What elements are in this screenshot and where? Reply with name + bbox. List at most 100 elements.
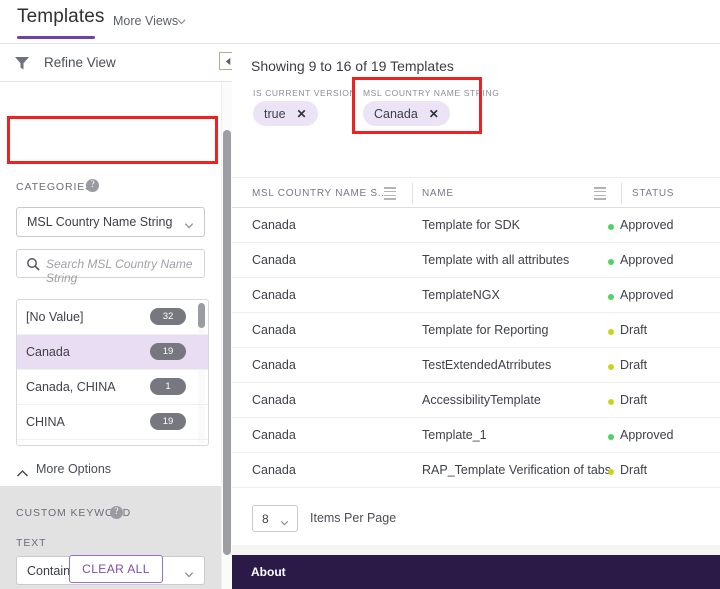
status-dot-icon <box>608 329 614 335</box>
chevron-up-icon <box>16 465 29 474</box>
text-label: TEXT <box>16 537 46 549</box>
column-menu-icon-name[interactable] <box>594 187 606 199</box>
cell-country: Canada <box>252 463 296 477</box>
facet-item-no-value[interactable]: [No Value] 32 <box>17 300 208 335</box>
facet-item-canada-china[interactable]: Canada, CHINA 1 <box>17 370 208 405</box>
top-bar: Templates More Views <box>0 0 720 44</box>
status-dot-icon <box>608 364 614 370</box>
table-row[interactable]: Canada Template for SDK Approved <box>232 208 720 243</box>
chip-value: Canada <box>374 107 418 121</box>
cell-name: Template_1 <box>422 428 487 442</box>
refine-view-label: Refine View <box>44 55 116 70</box>
category-select[interactable]: MSL Country Name String <box>16 207 205 237</box>
cell-status: Approved <box>620 428 674 442</box>
more-options-label: More Options <box>36 462 111 476</box>
close-icon[interactable]: ✕ <box>429 108 439 120</box>
table-row[interactable]: Canada AccessibilityTemplate Draft <box>232 383 720 418</box>
chip-value: true <box>264 107 286 121</box>
facet-label: Canada, CHINA <box>26 380 116 394</box>
table-body: Canada Template for SDK Approved Canada Temp… <box>232 208 720 488</box>
about-link[interactable]: About <box>251 565 286 579</box>
main-content: Showing 9 to 16 of 19 Templates IS CURRE… <box>232 44 720 589</box>
column-header-status[interactable]: STATUS <box>632 188 674 199</box>
facet-scrollbar-thumb[interactable] <box>198 303 205 328</box>
table-row[interactable]: Canada Template_1 Approved <box>232 418 720 453</box>
table-row[interactable]: Canada TestExtendedAtrributes Draft <box>232 348 720 383</box>
status-dot-icon <box>608 294 614 300</box>
cell-name: AccessibilityTemplate <box>422 393 541 407</box>
table-row[interactable]: CanadaTemplate for ReportingDraft <box>232 313 720 348</box>
cell-country: Canada <box>252 323 296 337</box>
more-options-toggle[interactable]: More Options <box>0 454 221 486</box>
facet-count: 19 <box>150 343 186 360</box>
chevron-down-icon <box>183 567 195 578</box>
chip-group-label: MSL COUNTRY NAME STRING <box>363 88 499 98</box>
close-icon[interactable]: ✕ <box>297 108 307 120</box>
tab-templates[interactable]: Templates <box>17 6 105 35</box>
items-per-page-value: 8 <box>262 512 269 526</box>
column-divider <box>621 183 622 204</box>
cell-status: Draft <box>620 463 647 477</box>
chevron-down-icon <box>183 218 195 229</box>
help-icon-categories[interactable]: ? <box>86 179 99 192</box>
facet-count: 1 <box>150 378 186 395</box>
sidebar-scroll-area: CATEGORIES ? MSL Country Name String Sea… <box>0 82 232 589</box>
clear-all-button[interactable]: CLEAR ALL <box>69 555 163 583</box>
cell-status: Draft <box>620 358 647 372</box>
cell-country: Canada <box>252 288 296 302</box>
table-row[interactable]: Canada TemplateNGX Approved <box>232 278 720 313</box>
cell-country: Canada <box>252 428 296 442</box>
cell-name: Template for Reporting <box>422 323 548 337</box>
cell-name: RAP_Template Verification of tabs <box>422 463 611 477</box>
search-icon <box>26 257 40 271</box>
facet-list: [No Value] 32 Canada 19 Canada, CHINA 1 … <box>16 299 209 446</box>
facet-label: Canada <box>26 345 70 359</box>
chip-group-label: IS CURRENT VERSION <box>253 88 356 98</box>
table-row[interactable]: Canada RAP_Template Verification of tabs D… <box>232 453 720 488</box>
filter-icon <box>13 54 31 72</box>
facet-label: [No Value] <box>26 310 83 324</box>
templates-table: MSL COUNTRY NAME S... NAME STATUS Canada… <box>232 177 720 488</box>
column-header-country[interactable]: MSL COUNTRY NAME S... <box>252 188 388 199</box>
facet-item-canada[interactable]: Canada 19 <box>17 335 208 370</box>
column-menu-icon-country[interactable] <box>384 187 396 199</box>
facet-search-input[interactable]: Search MSL Country Name String <box>16 249 205 278</box>
cell-country: Canada <box>252 218 296 232</box>
cell-country: Canada <box>252 253 296 267</box>
items-per-page-select[interactable]: 8 <box>252 505 298 532</box>
cell-name: Template with all attributes <box>422 253 569 267</box>
column-divider <box>412 183 413 204</box>
facet-item-china[interactable]: CHINA 19 <box>17 405 208 440</box>
chip-true[interactable]: true ✕ <box>253 101 318 126</box>
status-dot-icon <box>608 399 614 405</box>
cell-name: TemplateNGX <box>422 288 500 302</box>
cell-status: Approved <box>620 218 674 232</box>
collapse-sidebar-button[interactable] <box>219 52 232 70</box>
column-header-name[interactable]: NAME <box>422 188 454 199</box>
refine-view-header: Refine View <box>0 44 232 82</box>
status-dot-icon <box>608 434 614 440</box>
footer-bar: About <box>232 555 720 589</box>
cell-status: Draft <box>620 393 647 407</box>
cell-status: Approved <box>620 253 674 267</box>
cell-country: Canada <box>252 393 296 407</box>
cell-status: Approved <box>620 288 674 302</box>
more-views-button[interactable]: More Views <box>113 14 178 28</box>
cell-country: Canada <box>252 358 296 372</box>
table-row[interactable]: Canada Template with all attributes Approv… <box>232 243 720 278</box>
chevron-down-icon[interactable] <box>176 16 187 27</box>
table-header-row: MSL COUNTRY NAME S... NAME STATUS <box>232 177 720 208</box>
cell-name: Template for SDK <box>422 218 520 232</box>
sidebar-scrollbar-thumb[interactable] <box>223 130 231 555</box>
category-select-value: MSL Country Name String <box>27 215 172 229</box>
chevron-down-icon <box>279 515 290 525</box>
facet-search-placeholder: Search MSL Country Name String <box>46 257 204 285</box>
items-per-page-label: Items Per Page <box>310 511 396 525</box>
facet-item-croatia[interactable]: Croatia 3 <box>17 440 208 446</box>
cell-name: TestExtendedAtrributes <box>422 358 551 372</box>
status-dot-icon <box>608 224 614 230</box>
chip-canada[interactable]: Canada ✕ <box>363 101 450 126</box>
help-icon-custom-keyword[interactable]: ? <box>110 506 123 519</box>
active-tab-underline <box>17 36 95 39</box>
facet-label: CHINA <box>26 415 65 429</box>
